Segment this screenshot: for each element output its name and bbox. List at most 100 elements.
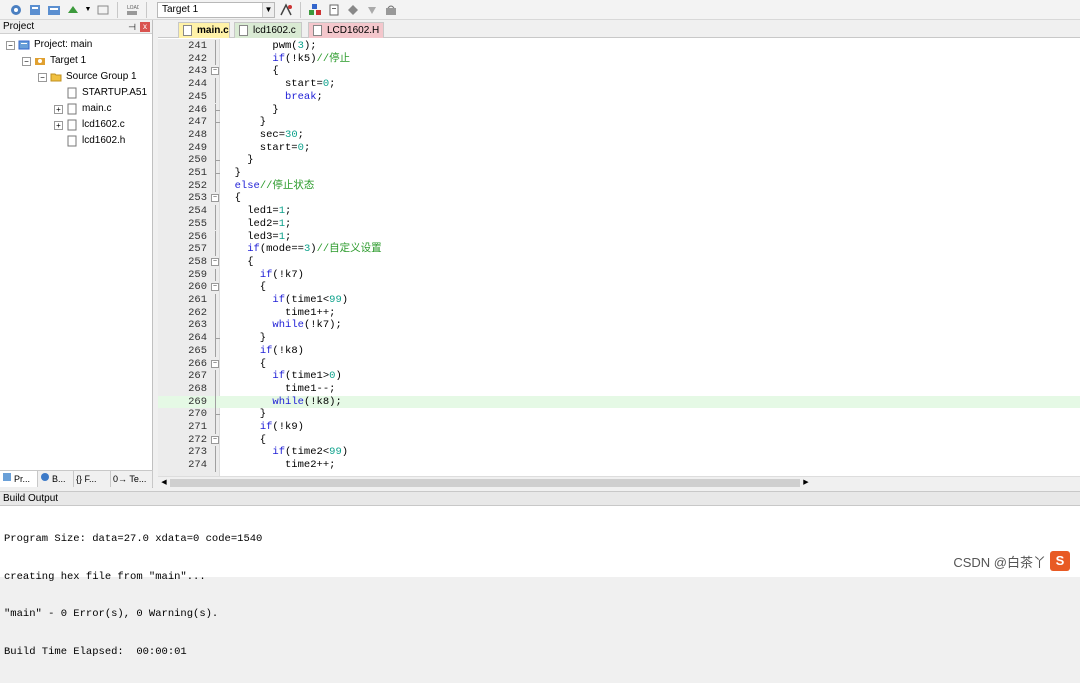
tab-lcd1602-c[interactable]: lcd1602.c [234, 22, 302, 38]
collapse-icon[interactable]: − [38, 72, 47, 82]
code-line[interactable]: 241 pwm(3); [158, 40, 1080, 53]
code-line[interactable]: 258− { [158, 256, 1080, 269]
code-text: time2++; [222, 459, 336, 472]
tree-item-file[interactable]: + main.c [54, 102, 111, 116]
code-line[interactable]: 259 if(!k7) [158, 268, 1080, 282]
diamond-icon[interactable] [345, 2, 361, 18]
code-line[interactable]: 257 if(mode==3)//自定义设置 [158, 243, 1080, 256]
fold-guide [215, 52, 216, 66]
code-line[interactable]: 268 time1--; [158, 382, 1080, 396]
target-options-icon[interactable] [278, 2, 294, 18]
fold-collapse-icon[interactable]: − [211, 67, 219, 76]
fold-guide [215, 446, 216, 460]
batch-build-icon[interactable] [65, 2, 81, 18]
tree-item-source-group[interactable]: − Source Group 1 [38, 70, 137, 84]
tab-project[interactable]: Pr... [0, 471, 38, 487]
code-line[interactable]: 256 led3=1; [158, 230, 1080, 244]
code-line[interactable]: 247 } [158, 116, 1080, 129]
build-output-text: Program Size: data=27.0 xdata=0 code=154… [0, 506, 1080, 683]
code-line[interactable]: 274 time2++; [158, 459, 1080, 472]
code-line[interactable]: 267 if(time1>0) [158, 370, 1080, 383]
code-line[interactable]: 252 else//停止状态 [158, 179, 1080, 193]
fold-collapse-icon[interactable]: − [211, 359, 219, 368]
code-text: { [222, 65, 279, 78]
code-text: } [222, 332, 267, 345]
code-line[interactable]: 260− { [158, 281, 1080, 294]
tree-item-file[interactable]: + lcd1602.c [54, 118, 125, 132]
collapse-icon[interactable]: − [22, 56, 31, 66]
code-line[interactable]: 270 } [158, 408, 1080, 421]
scroll-thumb[interactable] [170, 479, 800, 487]
code-line[interactable]: 271 if(!k9) [158, 421, 1080, 434]
code-text: break; [285, 90, 323, 103]
translate-icon[interactable] [8, 2, 24, 18]
tree-item-project[interactable]: − Project: main [6, 38, 92, 52]
tab-main-c[interactable]: main.c [178, 22, 230, 38]
fold-collapse-icon[interactable]: − [211, 257, 219, 266]
scroll-left-icon[interactable]: ◀ [158, 477, 170, 488]
code-line[interactable]: 243− { [158, 65, 1080, 78]
code-line[interactable]: 253− { [158, 192, 1080, 205]
expand-icon[interactable]: + [54, 120, 63, 130]
close-icon[interactable]: x [140, 22, 150, 32]
fold-guide [215, 230, 216, 244]
fold-collapse-icon[interactable]: − [211, 283, 219, 292]
tab-templates[interactable]: 0→ Te... [111, 471, 153, 487]
code-line[interactable]: 263 while(!k7); [158, 319, 1080, 333]
code-line[interactable]: 254 led1=1; [158, 205, 1080, 218]
fold-collapse-icon[interactable]: − [211, 435, 219, 444]
code-line[interactable]: 242 if(!k5)//停止 [158, 52, 1080, 66]
chevron-down-icon[interactable]: ▼ [262, 2, 274, 17]
code-line[interactable]: 249 start=0; [158, 141, 1080, 155]
expand-icon[interactable]: + [54, 104, 63, 114]
tree-item-file[interactable]: STARTUP.A51 [66, 86, 147, 100]
code-line[interactable]: 261 if(time1<99) [158, 294, 1080, 307]
build-icon[interactable] [27, 2, 43, 18]
code-line[interactable]: 264 } [158, 332, 1080, 345]
tree-item-label: lcd1602.h [82, 135, 126, 146]
stop-build-icon[interactable] [95, 2, 111, 18]
download-icon[interactable]: LOAD [124, 2, 140, 18]
file-extensions-icon[interactable] [326, 2, 342, 18]
target-select[interactable]: Target 1 ▼ [157, 1, 275, 18]
code-area[interactable]: 241 pwm(3); 242 if(!k5)//停止 243− {244 star… [158, 39, 1080, 476]
code-line[interactable]: 265 if(!k8) [158, 344, 1080, 358]
code-line[interactable]: 266− { [158, 358, 1080, 371]
scroll-right-icon[interactable]: ▶ [800, 477, 812, 488]
rebuild-icon[interactable] [46, 2, 62, 18]
code-line[interactable]: 251 } [158, 167, 1080, 180]
fold-collapse-icon[interactable]: − [211, 194, 219, 203]
tab-lcd1602-h[interactable]: LCD1602.H [308, 22, 384, 38]
code-line[interactable]: 269 while(!k8); [158, 395, 1080, 409]
code-line[interactable]: 245 break; [158, 90, 1080, 104]
run-time-env-icon[interactable] [383, 2, 399, 18]
line-number: 265 [188, 344, 207, 357]
code-line[interactable]: 262 time1++; [158, 306, 1080, 320]
code-line[interactable]: 250 } [158, 154, 1080, 167]
tab-functions[interactable]: {} F... [74, 471, 111, 487]
code-line[interactable]: 246 } [158, 103, 1080, 117]
pack-installer-icon[interactable] [364, 2, 380, 18]
line-number: 259 [188, 268, 207, 281]
tree-item-file[interactable]: lcd1602.h [66, 134, 125, 148]
tree-item-target[interactable]: − Target 1 [22, 54, 86, 68]
manage-components-icon[interactable] [307, 2, 323, 18]
code-line[interactable]: 255 led2=1; [158, 217, 1080, 231]
code-line[interactable]: 273 if(time2<99) [158, 446, 1080, 460]
target-select-value: Target 1 [162, 3, 199, 15]
tab-label: LCD1602.H [327, 25, 380, 36]
code-text: { [222, 357, 267, 370]
code-hscrollbar[interactable]: ◀ ▶ [158, 476, 1080, 488]
line-number: 244 [188, 78, 207, 91]
pin-icon[interactable]: ⊣ [128, 20, 136, 34]
dropdown-arrow-icon[interactable]: ▼ [84, 2, 92, 18]
collapse-icon[interactable]: − [6, 40, 15, 50]
tab-books[interactable]: B... [38, 471, 74, 487]
code-text: if(time1>0) [272, 370, 342, 383]
fold-guide [215, 90, 216, 104]
code-line[interactable]: 248 sec=30; [158, 128, 1080, 142]
code-line[interactable]: 272− { [158, 434, 1080, 447]
code-text: if(mode==3)//自定义设置 [247, 243, 382, 256]
code-line[interactable]: 244 start=0; [158, 78, 1080, 91]
tab-label: 0→ Te... [113, 474, 147, 484]
